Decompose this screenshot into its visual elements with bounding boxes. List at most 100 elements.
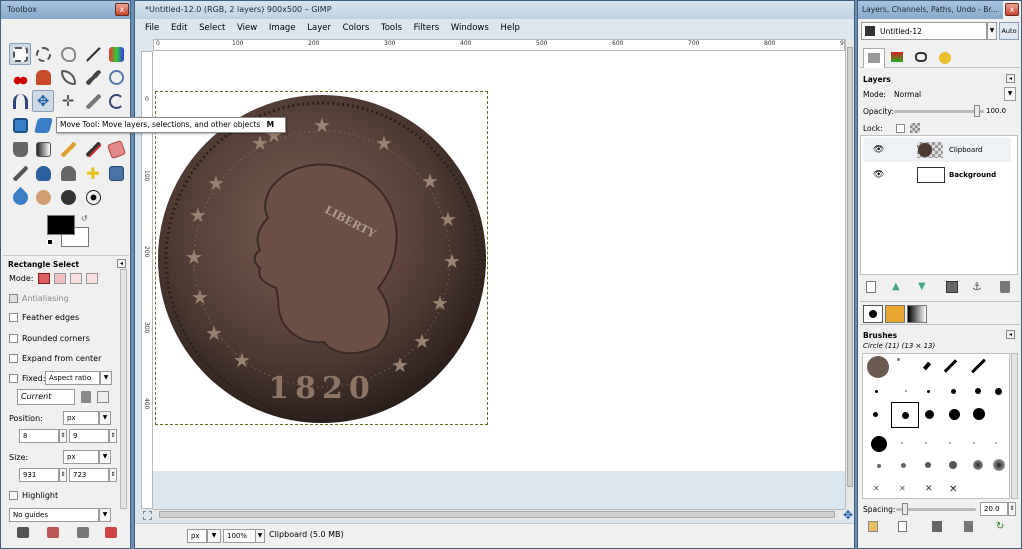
size-width-input[interactable]: 931 — [19, 468, 59, 482]
brush-item[interactable]: ✕ — [899, 484, 906, 493]
dock-close-button[interactable]: x — [1005, 3, 1019, 16]
pencil-tool[interactable] — [57, 138, 79, 160]
rounded-corners-row[interactable]: Rounded corners — [9, 334, 90, 343]
horizontal-scroll-thumb[interactable] — [159, 511, 835, 518]
brush-item[interactable] — [871, 436, 887, 452]
feather-edges-row[interactable]: Feather edges — [9, 313, 79, 322]
tab-layers[interactable] — [863, 48, 885, 68]
foreground-color-swatch[interactable] — [47, 215, 75, 235]
size-height-input[interactable]: 723 — [69, 468, 109, 482]
coin-image[interactable]: ★★★ ★★★ ★★★ ★★★ ★★★ ★ LIBERTY 1820 — [156, 92, 488, 426]
brush-item[interactable] — [901, 463, 906, 468]
brush-item[interactable] — [905, 390, 907, 392]
toolbox-close-button[interactable]: x — [115, 3, 129, 16]
image-selector-dropdown-icon[interactable]: ▼ — [987, 22, 997, 40]
fixed-clear-icon[interactable] — [81, 391, 91, 403]
mode-add-button[interactable] — [53, 273, 66, 284]
lock-pixels-checkbox[interactable] — [896, 124, 905, 133]
brush-item[interactable] — [949, 461, 957, 469]
brush-item[interactable] — [925, 442, 927, 444]
size-width-spinner[interactable]: ⇕ — [59, 468, 67, 482]
menu-image[interactable]: Image — [269, 23, 296, 33]
vertical-scrollbar[interactable] — [845, 39, 854, 509]
brush-item[interactable] — [949, 409, 960, 420]
fixed-checkbox[interactable] — [9, 374, 18, 383]
lock-alpha-icon[interactable] — [910, 123, 920, 133]
clone-tool[interactable] — [57, 162, 79, 184]
highlight-checkbox[interactable] — [9, 491, 18, 500]
image-window-titlebar[interactable]: *Untitled-12.0 (RGB, 2 layers) 900x500 –… — [135, 1, 854, 19]
blend-tool[interactable] — [32, 138, 54, 160]
guides-select[interactable]: No guides — [9, 508, 99, 522]
brushes-menu-icon[interactable]: ◂ — [1006, 330, 1015, 339]
tool-options-scrollbar[interactable] — [120, 269, 127, 509]
smudge-tool[interactable] — [32, 186, 54, 208]
unit-select[interactable]: px — [187, 529, 207, 543]
perspective-clone-tool[interactable] — [105, 162, 127, 184]
move-tool[interactable]: ✥ — [32, 90, 54, 112]
restore-options-button[interactable] — [47, 527, 59, 538]
size-height-spinner[interactable]: ⇕ — [109, 468, 117, 482]
navigate-icon[interactable]: ✥ — [843, 509, 855, 521]
spacing-input[interactable]: 20.0 — [980, 502, 1008, 516]
brush-item[interactable] — [901, 442, 903, 444]
brush-item[interactable] — [973, 442, 975, 444]
layer-mode-dropdown-icon[interactable]: ▼ — [1004, 87, 1016, 101]
layer-visibility-eye-icon[interactable]: 👁 — [873, 170, 887, 180]
brush-item[interactable] — [949, 442, 951, 444]
brush-item[interactable] — [975, 388, 981, 394]
brush-grid[interactable]: ✕ ✕ ✕ ✕ — [862, 353, 1010, 499]
measure-tool[interactable] — [9, 90, 31, 112]
menu-tools[interactable]: Tools — [381, 23, 402, 33]
bucket-fill-tool[interactable] — [9, 138, 31, 160]
spacing-slider-thumb[interactable] — [902, 503, 908, 515]
horizontal-scrollbar[interactable] — [153, 509, 845, 519]
airbrush-tool[interactable] — [9, 162, 31, 184]
by-color-select-tool[interactable] — [105, 43, 127, 65]
layer-mode-select[interactable]: Normal — [894, 90, 921, 99]
tab-paths[interactable] — [911, 48, 933, 68]
fuzzy-select-tool[interactable] — [82, 43, 104, 65]
brush-item[interactable] — [897, 358, 900, 361]
guides-dropdown-icon[interactable]: ▼ — [99, 508, 111, 522]
delete-options-button[interactable] — [77, 527, 89, 538]
layers-menu-icon[interactable]: ◂ — [1006, 74, 1015, 83]
tool-options-menu-icon[interactable]: ◂ — [117, 259, 126, 268]
mode-intersect-button[interactable] — [85, 273, 98, 284]
fixed-mode-dropdown-icon[interactable]: ▼ — [100, 371, 112, 385]
swap-colors-icon[interactable]: ↺ — [81, 215, 88, 223]
spacing-spinner[interactable]: ⇕ — [1008, 502, 1016, 516]
heal-tool[interactable]: ✚ — [82, 162, 104, 184]
duplicate-layer-button[interactable] — [946, 281, 958, 293]
layer-visibility-eye-icon[interactable]: 👁 — [873, 145, 887, 155]
feather-edges-checkbox[interactable] — [9, 313, 18, 322]
expand-from-center-row[interactable]: Expand from center — [9, 354, 101, 363]
brush-item[interactable] — [995, 388, 1002, 395]
brush-item[interactable] — [951, 389, 956, 394]
image-selector[interactable]: Untitled-12 — [861, 22, 987, 40]
rotate-tool[interactable] — [105, 90, 127, 112]
duplicate-brush-button[interactable] — [932, 521, 942, 532]
position-unit-dropdown-icon[interactable]: ▼ — [99, 411, 111, 425]
brush-item[interactable] — [973, 460, 983, 470]
fixed-mode-select[interactable]: Aspect ratio — [45, 371, 100, 385]
brush-circle-11-selected[interactable] — [891, 402, 919, 428]
edit-brush-button[interactable] — [868, 521, 878, 532]
toolbox-titlebar[interactable]: Toolbox — [1, 1, 130, 19]
brush-item[interactable] — [993, 459, 1005, 471]
anchor-layer-button[interactable]: ⚓ — [972, 281, 984, 293]
brush-item[interactable] — [922, 361, 932, 371]
new-layer-button[interactable] — [866, 281, 876, 293]
paths-tool[interactable] — [57, 66, 79, 88]
tab-patterns[interactable] — [885, 305, 905, 323]
tab-undo[interactable] — [935, 48, 957, 68]
size-unit-select[interactable]: px — [63, 450, 99, 464]
auto-button[interactable]: Auto — [999, 22, 1019, 40]
tab-channels[interactable] — [887, 48, 909, 68]
expand-from-center-checkbox[interactable] — [9, 354, 18, 363]
mode-replace-button[interactable] — [37, 273, 50, 284]
position-y-input[interactable]: 9 — [69, 429, 109, 443]
dodge-burn-tool[interactable] — [57, 186, 79, 208]
fixed-current-field[interactable]: Current — [17, 389, 75, 405]
brush-item[interactable] — [927, 390, 930, 393]
